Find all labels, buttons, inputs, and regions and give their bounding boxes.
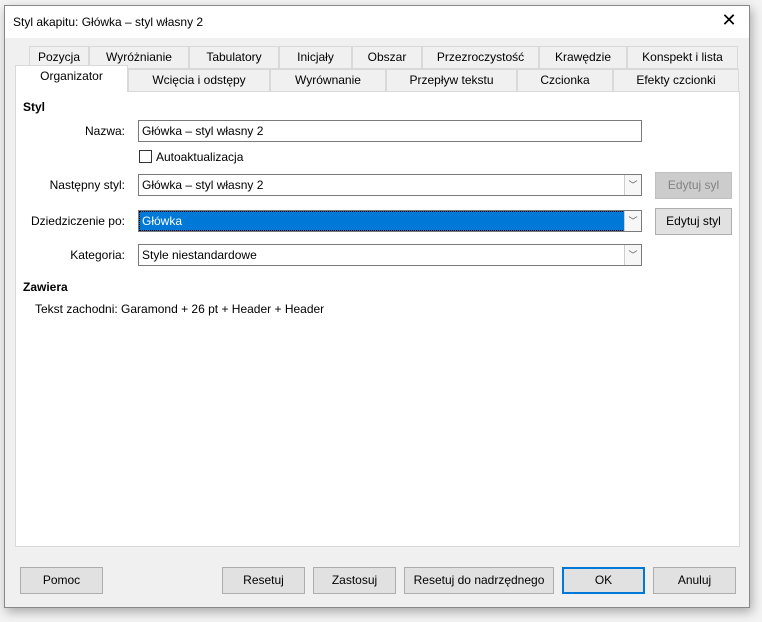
next-style-value: Główka – styl własny 2 (142, 178, 264, 192)
tab-czcionka[interactable]: Czcionka (517, 69, 613, 92)
chevron-down-icon: ﹀ (624, 175, 641, 195)
tab-krawedzie[interactable]: Krawędzie (539, 46, 627, 69)
autoupdate-checkbox[interactable] (139, 150, 152, 163)
contains-heading: Zawiera (23, 280, 68, 294)
organizer-panel: Styl Nazwa: Główka – styl własny 2 Autoa… (15, 91, 740, 547)
tab-wciecia-i-odstepy[interactable]: Wcięcia i odstępy (128, 69, 270, 92)
inherit-select[interactable]: Główka ﹀ (138, 210, 642, 232)
name-label: Nazwa: (84, 124, 125, 138)
cancel-button[interactable]: Anuluj (653, 567, 736, 594)
inherit-value: Główka (142, 214, 183, 228)
help-button[interactable]: Pomoc (20, 567, 103, 594)
autoupdate-label: Autoaktualizacja (156, 150, 244, 164)
tab-obszar[interactable]: Obszar (352, 46, 422, 69)
tab-inicjaly[interactable]: Inicjały (279, 46, 352, 69)
category-select[interactable]: Style niestandardowe ﹀ (138, 244, 642, 266)
edit-inherit-style-button[interactable]: Edytuj styl (655, 208, 732, 235)
category-value: Style niestandardowe (142, 248, 257, 262)
tab-efekty-czcionki[interactable]: Efekty czcionki (613, 69, 739, 92)
edit-next-style-button[interactable]: Edytuj syl (655, 172, 732, 199)
style-heading: Styl (23, 100, 46, 114)
category-label: Kategoria: (70, 248, 125, 262)
next-style-select[interactable]: Główka – styl własny 2 ﹀ (138, 174, 642, 196)
paragraph-style-dialog: Styl akapitu: Główka – styl własny 2 ✕ P… (4, 5, 750, 608)
contains-text: Tekst zachodni: Garamond + 26 pt + Heade… (35, 302, 325, 316)
tab-wyrownanie[interactable]: Wyrównanie (270, 69, 386, 92)
tab-konspekt-i-lista[interactable]: Konspekt i lista (627, 46, 738, 69)
window-title: Styl akapitu: Główka – styl własny 2 (13, 15, 204, 29)
reset-to-parent-button[interactable]: Resetuj do nadrzędnego (404, 567, 554, 594)
reset-button[interactable]: Resetuj (222, 567, 305, 594)
next-style-label: Następny styl: (49, 178, 125, 192)
chevron-down-icon: ﹀ (624, 245, 641, 265)
title-bar: Styl akapitu: Główka – styl własny 2 ✕ (5, 6, 749, 38)
tab-przezroczystosc[interactable]: Przezroczystość (422, 46, 539, 69)
tab-przeplyw-tekstu[interactable]: Przepływ tekstu (386, 69, 517, 92)
chevron-down-icon: ﹀ (624, 211, 641, 231)
ok-button[interactable]: OK (562, 567, 645, 594)
name-input[interactable]: Główka – styl własny 2 (138, 120, 642, 142)
apply-button[interactable]: Zastosuj (313, 567, 396, 594)
tab-organizator[interactable]: Organizator (15, 65, 128, 92)
tab-tabulatory[interactable]: Tabulatory (189, 46, 279, 69)
inherit-label: Dziedziczenie po: (30, 214, 125, 228)
close-icon[interactable]: ✕ (717, 10, 741, 31)
